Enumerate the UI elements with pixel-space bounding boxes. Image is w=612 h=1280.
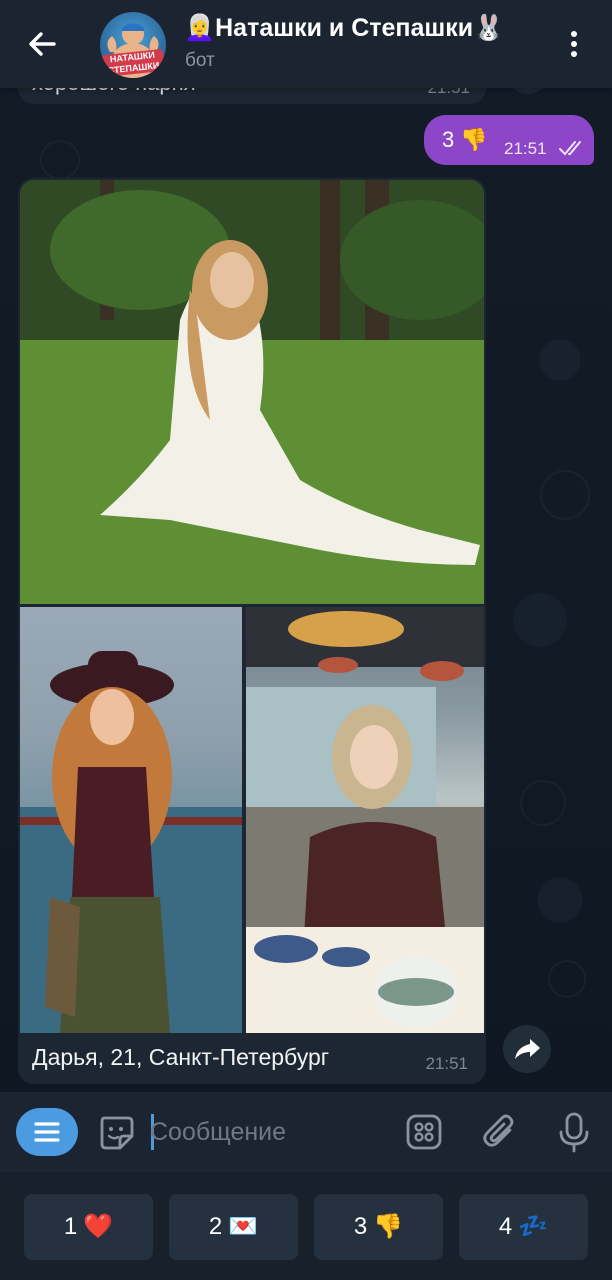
photo-woman-in-cafe [246,607,484,1033]
background-doodle [520,780,566,826]
love-letter-icon: 💌 [228,1213,259,1240]
keyboard-button-number: 1 [63,1213,78,1240]
message-composer [0,1092,612,1172]
menu-lines-icon [34,1122,60,1142]
bot-commands-icon[interactable] [404,1112,444,1152]
back-arrow-icon[interactable] [22,24,62,64]
more-options-icon[interactable] [562,26,586,62]
background-doodle [40,140,80,180]
outgoing-message-time: 21:51 [504,139,547,158]
share-button[interactable] [503,1025,551,1073]
chat-subtitle: бот [185,50,215,71]
share-arrow-icon [515,1039,540,1059]
photo-woman-in-hat [20,651,242,1033]
bot-keyboard: 1 ❤️ 2 💌 3 👎 4 💤 [0,1172,612,1280]
sticker-emoji-icon[interactable] [96,1112,136,1152]
background-doodle [548,960,586,998]
keyboard-button-number: 4 [498,1213,513,1240]
keyboard-button-sleep[interactable]: 4 💤 [459,1194,588,1260]
keyboard-button-number: 2 [208,1213,223,1240]
double-check-icon [558,139,586,157]
photo-woman-on-grass [20,180,484,604]
background-doodle [540,470,590,520]
album-time: 21:51 [425,1054,468,1073]
keyboard-button-message[interactable]: 2 💌 [169,1194,298,1260]
heart-icon: ❤️ [83,1213,114,1240]
keyboard-button-dislike[interactable]: 3 👎 [314,1194,443,1260]
microphone-icon[interactable] [554,1110,594,1154]
avatar[interactable]: НАТАШКИ СТЕПАШКИ [100,12,166,78]
outgoing-message-text: 3 👎 [442,127,488,152]
album-message-bubble[interactable]: Дарья, 21, Санкт-Петербург 21:51 [18,178,486,1084]
message-input[interactable] [150,1110,390,1154]
thumbs-down-icon: 👎 [373,1213,404,1240]
album-caption: Дарья, 21, Санкт-Петербург [32,1044,330,1070]
attach-paperclip-icon[interactable] [480,1112,520,1152]
chat-title[interactable]: 👩‍🦳Наташки и Степашки🐰 [184,14,504,43]
outgoing-message-bubble[interactable]: 3 👎 21:51 [424,115,594,165]
bot-menu-button[interactable] [16,1108,78,1156]
keyboard-button-number: 3 [353,1213,368,1240]
keyboard-button-like[interactable]: 1 ❤️ [24,1194,153,1260]
zzz-icon: 💤 [518,1213,549,1240]
album-photo-1[interactable] [20,180,484,604]
album-photo-2[interactable] [20,607,242,1033]
album-photo-3[interactable] [246,607,484,1033]
chat-header: НАТАШКИ СТЕПАШКИ 👩‍🦳Наташки и Степашки🐰 … [0,0,612,88]
